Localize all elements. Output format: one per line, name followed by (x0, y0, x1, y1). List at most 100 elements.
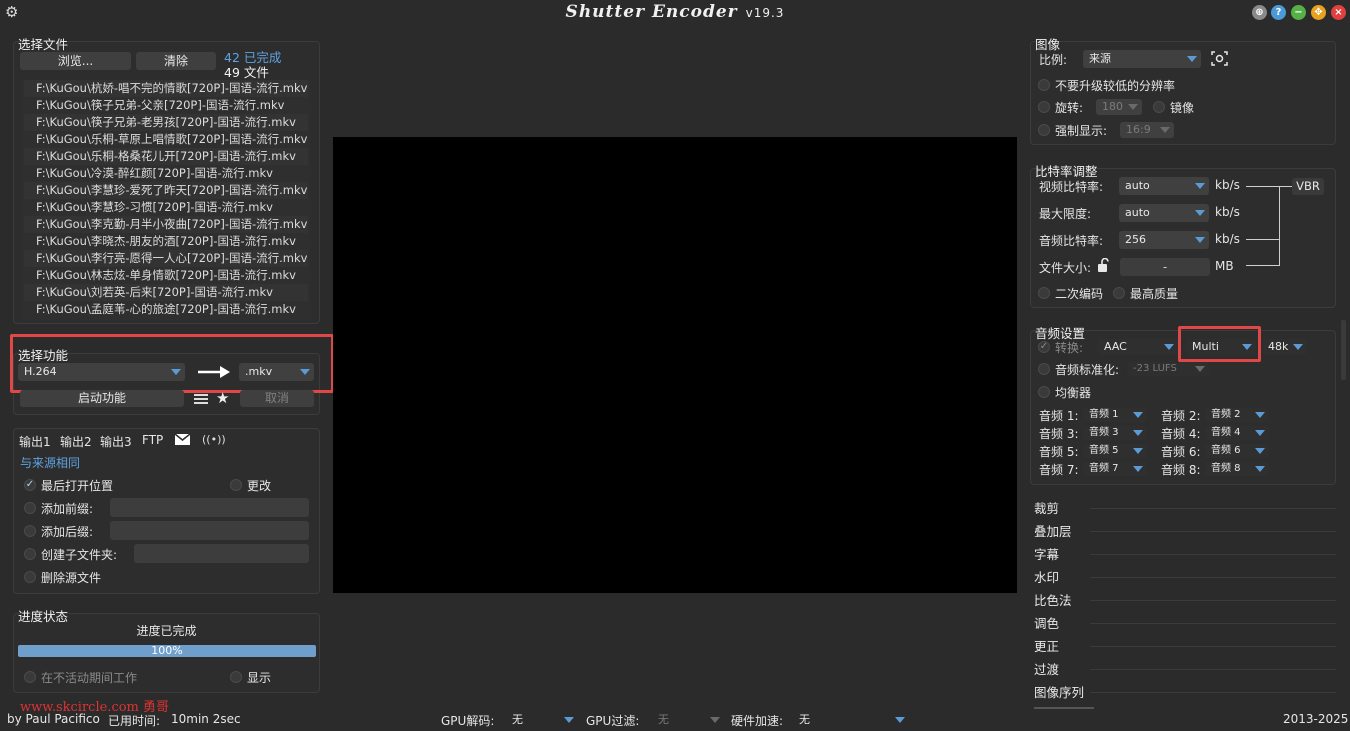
add-prefix-label: 添加前缀: (41, 502, 94, 516)
audio-track-select[interactable]: 音频 8 (1205, 462, 1269, 476)
audio-track-select[interactable]: 音频 4 (1205, 426, 1269, 440)
mail-icon[interactable] (174, 433, 191, 445)
normalize-select[interactable]: -23 LUFS (1127, 362, 1209, 376)
delete-source-checkbox[interactable] (24, 571, 36, 583)
help-icon[interactable]: ? (1271, 5, 1286, 20)
same-as-source-label[interactable]: 与来源相同 (20, 454, 80, 471)
file-list-item[interactable]: F:\KuGou\李行亮-愿得一人心[720P]-国语-流行.mkv (24, 250, 308, 267)
clear-button[interactable]: 清除 (136, 52, 216, 70)
section-header[interactable]: 更正 (1034, 636, 1059, 655)
chevron-down-icon (1195, 366, 1205, 372)
audio-track-select[interactable]: 音频 7 (1083, 462, 1147, 476)
audio-track-select[interactable]: 音频 3 (1083, 426, 1147, 440)
suffix-input[interactable] (110, 521, 309, 540)
idle-work-checkbox[interactable] (24, 671, 36, 683)
file-list-item[interactable]: F:\KuGou\乐桐-草原上唱情歌[720P]-国语-流行.mkv (24, 131, 308, 148)
audio-track-select[interactable]: 音频 5 (1083, 444, 1147, 458)
progress-percent: 100% (151, 644, 183, 657)
audio-track-select[interactable]: 音频 2 (1205, 408, 1269, 422)
add-suffix-checkbox[interactable] (24, 525, 36, 537)
section-header[interactable]: 调色 (1034, 613, 1059, 632)
vbr-button[interactable]: VBR (1292, 178, 1324, 195)
file-list-item[interactable]: F:\KuGou\杭娇-唱不完的情歌[720P]-国语-流行.mkv (24, 80, 308, 97)
file-list[interactable]: F:\KuGou\杭娇-唱不完的情歌[720P]-国语-流行.mkv F:\KuG… (22, 80, 310, 320)
normalize-checkbox[interactable] (1038, 363, 1050, 375)
hw-accel-select[interactable]: 无 (793, 712, 909, 727)
mirror-checkbox[interactable] (1153, 101, 1165, 113)
video-bitrate-select[interactable]: auto (1119, 177, 1209, 195)
cancel-button[interactable]: 取消 (240, 390, 314, 407)
tab-output1[interactable]: 输出1 (19, 433, 51, 450)
globe-icon[interactable]: ⊕ (1252, 5, 1267, 20)
section-header[interactable]: 过渡 (1034, 659, 1059, 678)
gpu-filter-select[interactable]: 无 (652, 712, 724, 727)
no-upscale-checkbox[interactable] (1038, 79, 1050, 91)
file-list-item[interactable]: F:\KuGou\筷子兄弟-父亲[720P]-国语-流行.mkv (24, 97, 308, 114)
container-select[interactable]: .mkv (239, 363, 314, 381)
file-list-item[interactable]: F:\KuGou\李慧珍-习惯[720P]-国语-流行.mkv (24, 199, 308, 216)
codec-select[interactable]: H.264 (18, 363, 185, 381)
chevron-down-icon (710, 716, 720, 723)
file-list-item[interactable]: F:\KuGou\李晓杰-朋友的酒[720P]-国语-流行.mkv (24, 233, 308, 250)
video-preview[interactable] (333, 137, 1017, 593)
show-checkbox[interactable] (230, 671, 242, 683)
best-quality-checkbox[interactable] (1113, 287, 1125, 299)
rotate-select[interactable]: 180 (1096, 99, 1142, 115)
subfolder-input[interactable] (134, 544, 309, 563)
chevron-down-icon (1133, 466, 1143, 472)
audio-track-select[interactable]: 音频 1 (1083, 408, 1147, 422)
rotate-checkbox[interactable] (1038, 101, 1050, 113)
screenshot-icon[interactable] (1211, 51, 1228, 66)
unlock-icon[interactable] (1097, 257, 1113, 273)
audio-track-select[interactable]: 音频 6 (1205, 444, 1269, 458)
audio-track-label: 音频 5: (1039, 445, 1079, 459)
section-divider (1090, 669, 1336, 670)
close-icon[interactable]: × (1331, 5, 1346, 20)
file-list-item[interactable]: F:\KuGou\孟庭苇-心的旅途[720P]-国语-流行.mkv (24, 301, 308, 318)
file-list-item[interactable]: F:\KuGou\李慧珍-爱死了昨天[720P]-国语-流行.mkv (24, 182, 308, 199)
gpu-decode-select[interactable]: 无 (506, 712, 578, 727)
tab-output2[interactable]: 输出2 (60, 433, 92, 450)
file-list-item[interactable]: F:\KuGou\李克勤-月半小夜曲[720P]-国语-流行.mkv (24, 216, 308, 233)
tab-ftp[interactable]: FTP (142, 433, 163, 447)
tab-output3[interactable]: 输出3 (100, 433, 132, 450)
last-open-checkbox[interactable]: ✓ (24, 479, 36, 491)
browse-button[interactable]: 浏览... (20, 52, 131, 70)
prefix-input[interactable] (110, 498, 309, 517)
menu-icon[interactable] (194, 393, 208, 405)
section-header[interactable]: 字幕 (1034, 544, 1059, 563)
section-header[interactable]: 比色法 (1034, 590, 1072, 609)
file-list-item[interactable]: F:\KuGou\林志炫-单身情歌[720P]-国语-流行.mkv (24, 267, 308, 284)
force-display-checkbox[interactable] (1038, 124, 1050, 136)
ratio-label: 比例: (1039, 53, 1068, 67)
star-icon[interactable]: ★ (216, 389, 229, 407)
ratio-select[interactable]: 来源 (1083, 50, 1201, 68)
maximize-icon[interactable]: ✥ (1311, 5, 1326, 20)
audio-bitrate-select[interactable]: 256 (1119, 231, 1209, 249)
two-pass-checkbox[interactable] (1038, 287, 1050, 299)
start-function-button[interactable]: 启动功能 (20, 390, 184, 407)
max-bitrate-select[interactable]: auto (1119, 204, 1209, 222)
section-header[interactable]: 水印 (1034, 567, 1059, 586)
right-scrollbar[interactable] (1341, 320, 1346, 380)
section-header[interactable]: 裁剪 (1034, 498, 1059, 517)
section-header[interactable]: 图像序列 (1034, 682, 1084, 701)
add-prefix-checkbox[interactable] (24, 502, 36, 514)
section-header[interactable]: 叠加层 (1034, 521, 1072, 540)
change-checkbox[interactable] (230, 479, 242, 491)
section-divider (1090, 600, 1336, 601)
chevron-down-icon (1133, 412, 1143, 418)
equalizer-checkbox[interactable] (1038, 386, 1050, 398)
file-size-input[interactable]: - (1120, 258, 1210, 276)
wireless-icon[interactable]: ((•)) (202, 433, 226, 446)
create-subfolder-checkbox[interactable] (24, 548, 36, 560)
audio-rate-select[interactable]: 48k (1262, 339, 1307, 355)
file-list-item[interactable]: F:\KuGou\筷子兄弟-老男孩[720P]-国语-流行.mkv (24, 114, 308, 131)
file-list-item[interactable]: F:\KuGou\乐桐-格桑花儿开[720P]-国语-流行.mkv (24, 148, 308, 165)
convert-checkbox[interactable]: ✓ (1038, 341, 1050, 353)
file-list-item[interactable]: F:\KuGou\冷漠-醉红颜[720P]-国语-流行.mkv (24, 165, 308, 182)
force-display-select[interactable]: 16:9 (1120, 122, 1174, 138)
minimize-icon[interactable]: − (1291, 5, 1306, 20)
file-list-item[interactable]: F:\KuGou\刘若英-后来[720P]-国语-流行.mkv (24, 284, 308, 301)
audio-codec-select[interactable]: AAC (1098, 339, 1178, 355)
